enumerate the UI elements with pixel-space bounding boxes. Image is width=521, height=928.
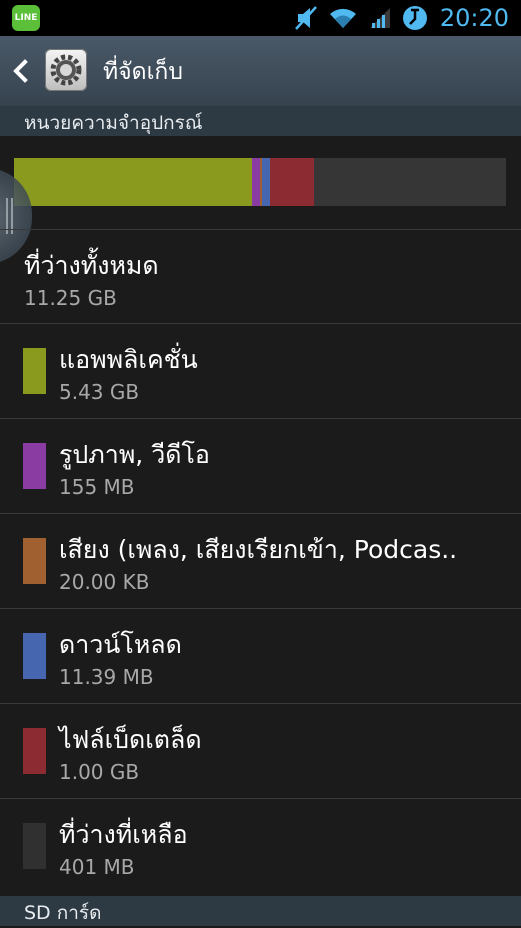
storage-item-value: 401 MB (59, 855, 135, 879)
total-space-title: ที่ว่างทั้งหมด (24, 251, 159, 280)
status-icons: 20:20 (294, 0, 509, 36)
usage-segment-4 (269, 158, 315, 206)
storage-usage-bar (14, 158, 506, 206)
storage-item-apps[interactable]: แอพพลิเคชั่น 5.43 GB (0, 323, 521, 418)
signal-icon (369, 8, 390, 28)
page-title: ที่จัดเก็บ (103, 59, 183, 85)
storage-item-value: 155 MB (59, 475, 135, 499)
usage-segment-1 (252, 158, 260, 206)
usage-bar-area (0, 136, 521, 229)
device-memory-header-label: หนวยความจำอุปกรณ์ (24, 112, 203, 134)
misc-color-swatch (23, 728, 46, 774)
storage-item-misc-files[interactable]: ไฟล์เบ็ดเตล็ด 1.00 GB (0, 703, 521, 798)
device-memory-header: หนวยความจำอุปกรณ์ (0, 106, 521, 136)
storage-item-title: เสียง (เพลง, เสียงเรียกเข้า, Podcas.. (59, 535, 458, 564)
usage-segment-5 (314, 158, 506, 206)
total-space-row[interactable]: ที่ว่างทั้งหมด 11.25 GB (0, 229, 521, 324)
storage-item-audio[interactable]: เสียง (เพลง, เสียงเรียกเข้า, Podcas.. 20… (0, 513, 521, 608)
apps-color-swatch (23, 348, 46, 394)
wifi-icon (329, 8, 356, 28)
usage-segment-0 (14, 158, 253, 206)
action-bar: ที่จัดเก็บ (0, 36, 521, 107)
storage-item-value: 1.00 GB (59, 760, 140, 784)
storage-item-value: 11.39 MB (59, 665, 154, 689)
clock: 20:20 (439, 4, 509, 32)
usage-segment-3 (261, 158, 270, 206)
storage-item-free-space[interactable]: ที่ว่างที่เหลือ 401 MB (0, 798, 521, 893)
line-app-icon: LINE (12, 5, 40, 31)
storage-item-title: แอพพลิเคชั่น (59, 345, 198, 374)
storage-item-value: 20.00 KB (59, 570, 150, 594)
gear-icon (45, 49, 87, 91)
storage-item-title: ดาวน์โหลด (59, 630, 182, 659)
status-bar: LINE 20:20 (0, 0, 521, 36)
chevron-left-icon[interactable] (10, 58, 32, 84)
pictures-color-swatch (23, 443, 46, 489)
storage-item-title: ไฟล์เบ็ดเตล็ด (59, 725, 202, 754)
mute-icon (294, 6, 317, 30)
sd-card-header: SD การ์ด (0, 896, 521, 926)
storage-item-value: 5.43 GB (59, 380, 140, 404)
sync-icon (402, 6, 427, 30)
storage-item-title: รูปภาพ, วีดีโอ (59, 440, 210, 469)
storage-item-title: ที่ว่างที่เหลือ (59, 820, 188, 849)
storage-item-downloads[interactable]: ดาวน์โหลด 11.39 MB (0, 608, 521, 703)
total-space-value: 11.25 GB (24, 286, 117, 310)
storage-item-pictures-videos[interactable]: รูปภาพ, วีดีโอ 155 MB (0, 418, 521, 513)
downloads-color-swatch (23, 633, 46, 679)
free-space-color-swatch (23, 823, 46, 869)
audio-color-swatch (23, 538, 46, 584)
sd-card-header-label: SD การ์ด (24, 902, 102, 924)
